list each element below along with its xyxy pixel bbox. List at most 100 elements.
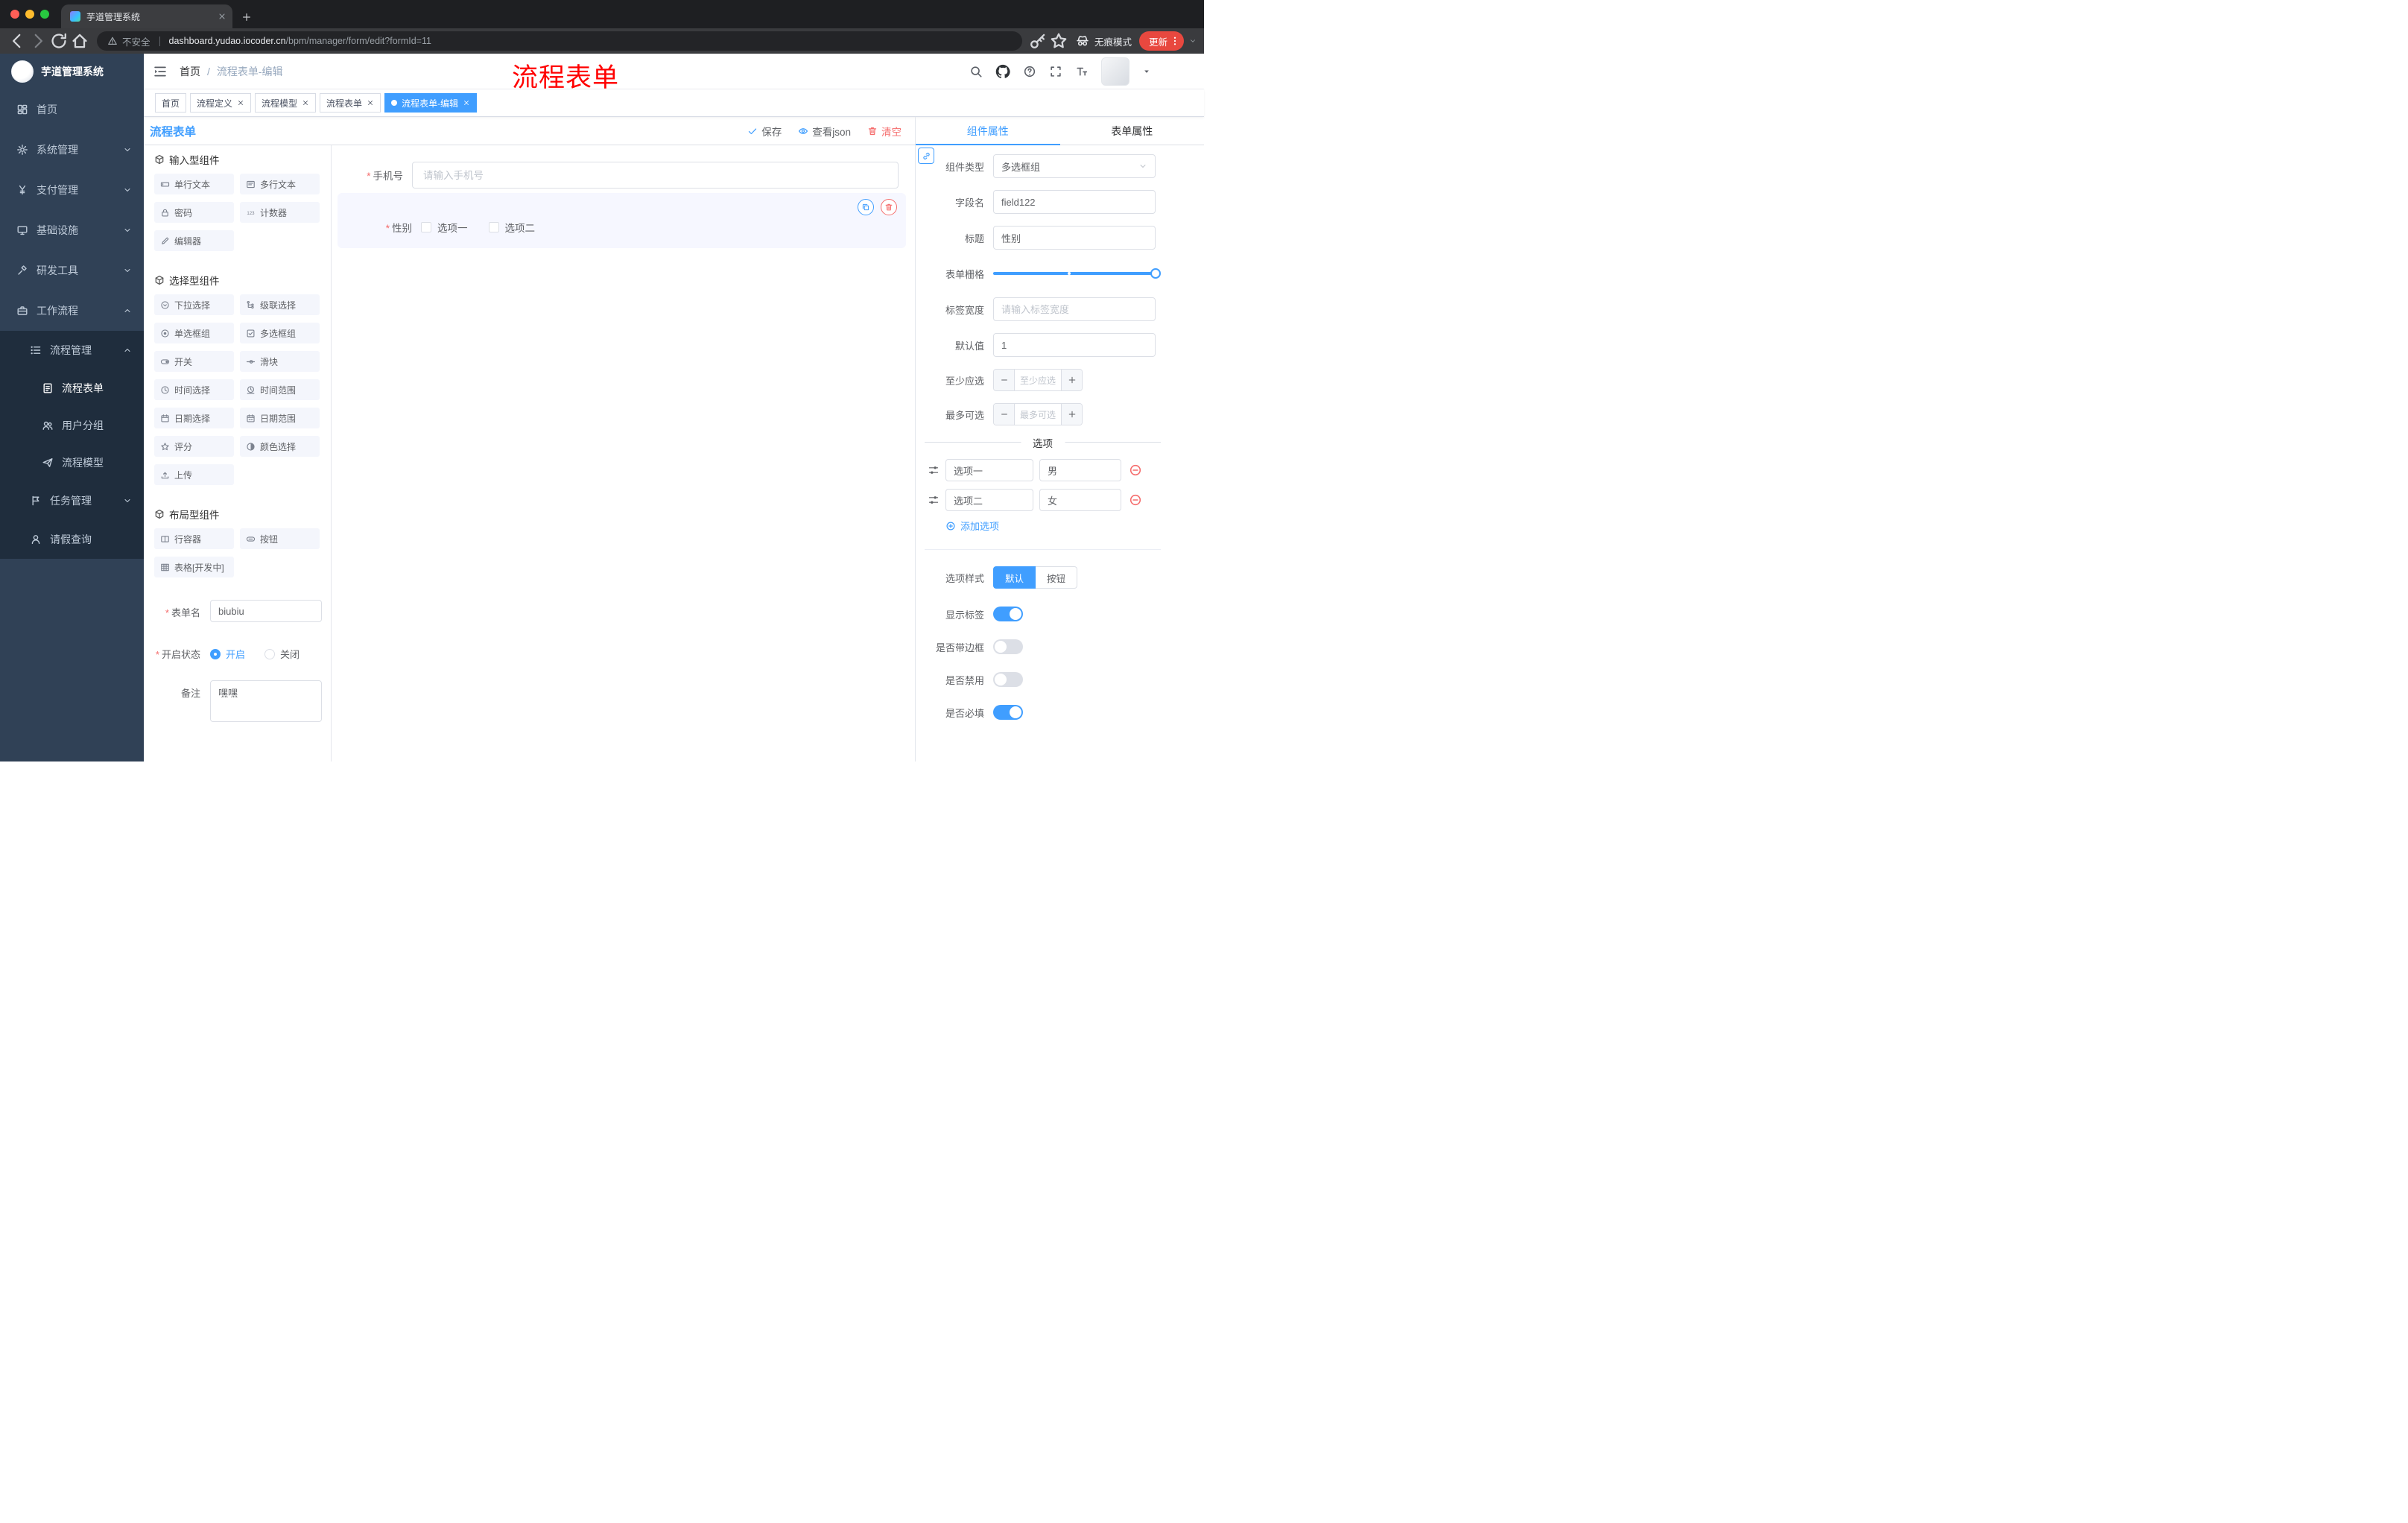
style-button-button[interactable]: 按钮: [1036, 566, 1078, 589]
bookmark-star-icon[interactable]: [1049, 31, 1068, 51]
option-label-input[interactable]: [945, 459, 1033, 481]
app-logo[interactable]: 芋道管理系统: [0, 54, 144, 89]
sidebar-item-leave-query[interactable]: 请假查询: [0, 520, 144, 559]
palette-item[interactable]: 单选框组: [154, 323, 234, 343]
palette-item[interactable]: 评分: [154, 436, 234, 457]
checkbox-icon[interactable]: [488, 222, 499, 232]
sidebar-toggle-button[interactable]: [153, 64, 168, 79]
sidebar-item-process-form[interactable]: 流程表单: [0, 370, 144, 407]
palette-item[interactable]: 颜色选择: [240, 436, 320, 457]
title-input[interactable]: [993, 226, 1156, 250]
security-label[interactable]: 不安全: [122, 34, 150, 48]
tag-process-model[interactable]: 流程模型: [255, 93, 317, 113]
increment-button[interactable]: [1061, 404, 1082, 425]
drag-handle-icon[interactable]: [928, 464, 940, 476]
slider-rail[interactable]: [993, 268, 1161, 279]
palette-item[interactable]: 日期范围: [240, 408, 320, 428]
window-zoom-button[interactable]: [40, 10, 49, 19]
avatar-caret-icon[interactable]: [1143, 68, 1150, 75]
min-select-value[interactable]: 至少应选: [1015, 370, 1061, 390]
url-text[interactable]: dashboard.yudao.iocoder.cn/bpm/manager/f…: [169, 36, 431, 46]
palette-item[interactable]: 单行文本: [154, 174, 234, 194]
option-value-input[interactable]: [1039, 489, 1121, 511]
sidebar-item-process-model[interactable]: 流程模型: [0, 444, 144, 481]
sidebar-item-infrastructure[interactable]: 基础设施: [0, 210, 144, 250]
sidebar-item-task-management[interactable]: 任务管理: [0, 481, 144, 520]
form-remark-textarea[interactable]: 嘿嘿: [210, 680, 322, 722]
tab-close-icon[interactable]: [218, 12, 226, 21]
label-width-input[interactable]: [993, 297, 1156, 321]
github-icon[interactable]: [995, 64, 1010, 79]
add-option-button[interactable]: 添加选项: [945, 519, 1204, 533]
palette-item[interactable]: 编辑器: [154, 230, 234, 251]
show-label-toggle[interactable]: [993, 607, 1023, 621]
browser-menu-icon[interactable]: [1170, 36, 1180, 46]
status-radio-off[interactable]: 关闭: [264, 647, 300, 661]
slider-handle[interactable]: [1150, 268, 1161, 279]
field-name-input[interactable]: [993, 190, 1156, 214]
tag-close-icon[interactable]: [237, 99, 244, 107]
tab-form-props[interactable]: 表单属性: [1060, 117, 1205, 145]
tag-close-icon[interactable]: [463, 99, 470, 107]
address-bar[interactable]: 不安全 dashboard.yudao.iocoder.cn/bpm/manag…: [97, 31, 1022, 51]
palette-item[interactable]: 滑块: [240, 351, 320, 372]
form-grid-slider[interactable]: [993, 262, 1161, 285]
palette-item[interactable]: 开关: [154, 351, 234, 372]
sidebar-item-user-group[interactable]: 用户分组: [0, 407, 144, 444]
new-tab-button[interactable]: [241, 12, 252, 22]
palette-item[interactable]: 时间选择: [154, 379, 234, 400]
window-close-button[interactable]: [10, 10, 19, 19]
phone-field-row[interactable]: 手机号: [338, 162, 906, 189]
view-json-button[interactable]: 查看json: [798, 124, 851, 139]
font-size-icon[interactable]: [1075, 65, 1089, 78]
search-icon[interactable]: [969, 65, 983, 78]
selected-component-gender[interactable]: 性别 选项一 选项二: [338, 193, 906, 248]
gender-checkbox-option-2[interactable]: 选项二: [488, 220, 535, 235]
palette-item[interactable]: 行容器: [154, 528, 234, 549]
remove-option-button[interactable]: [1129, 493, 1142, 507]
browser-tab[interactable]: 芋道管理系统: [61, 4, 232, 28]
update-button[interactable]: 更新: [1138, 31, 1184, 51]
checkbox-icon[interactable]: [421, 222, 431, 232]
toolbar-chevron-icon[interactable]: [1189, 37, 1197, 45]
save-button[interactable]: 保存: [747, 124, 782, 139]
sidebar-item-process-management[interactable]: 流程管理: [0, 331, 144, 370]
sidebar-item-system[interactable]: 系统管理: [0, 130, 144, 170]
remove-option-button[interactable]: [1129, 463, 1142, 477]
increment-button[interactable]: [1061, 370, 1082, 390]
border-toggle[interactable]: [993, 639, 1023, 654]
palette-item[interactable]: 下拉选择: [154, 294, 234, 315]
sidebar-item-home[interactable]: 首页: [0, 89, 144, 130]
palette-item[interactable]: 123 计数器: [240, 202, 320, 223]
status-radio-on[interactable]: 开启: [210, 647, 245, 661]
palette-item[interactable]: 按钮: [240, 528, 320, 549]
user-avatar[interactable]: [1101, 57, 1129, 86]
password-manager-icon[interactable]: [1028, 31, 1048, 51]
form-name-input[interactable]: [210, 600, 322, 622]
browser-home-button[interactable]: [70, 31, 89, 51]
browser-forward-button[interactable]: [28, 31, 48, 51]
tag-close-icon[interactable]: [302, 99, 309, 107]
required-toggle[interactable]: [993, 705, 1023, 720]
tag-process-form[interactable]: 流程表单: [320, 93, 381, 113]
palette-item[interactable]: 时间范围: [240, 379, 320, 400]
palette-item[interactable]: 级联选择: [240, 294, 320, 315]
link-button[interactable]: [918, 148, 934, 164]
drag-handle-icon[interactable]: [928, 494, 940, 506]
tab-component-props[interactable]: 组件属性: [916, 117, 1060, 145]
option-label-input[interactable]: [945, 489, 1033, 511]
help-icon[interactable]: [1023, 65, 1036, 78]
tag-process-form-edit[interactable]: 流程表单-编辑: [384, 93, 478, 113]
browser-reload-button[interactable]: [49, 31, 69, 51]
palette-item[interactable]: 日期选择: [154, 408, 234, 428]
breadcrumb-home[interactable]: 首页: [180, 64, 200, 79]
gender-checkbox-option-1[interactable]: 选项一: [421, 220, 468, 235]
palette-item[interactable]: 多行文本: [240, 174, 320, 194]
copy-component-button[interactable]: [858, 199, 874, 215]
form-canvas[interactable]: 手机号 性别 选项一: [332, 145, 915, 762]
tag-close-icon[interactable]: [367, 99, 374, 107]
tag-home[interactable]: 首页: [155, 93, 187, 113]
clear-button[interactable]: 清空: [867, 124, 902, 139]
max-select-value[interactable]: 最多可选: [1015, 404, 1061, 425]
component-type-select[interactable]: 多选框组: [993, 154, 1156, 178]
